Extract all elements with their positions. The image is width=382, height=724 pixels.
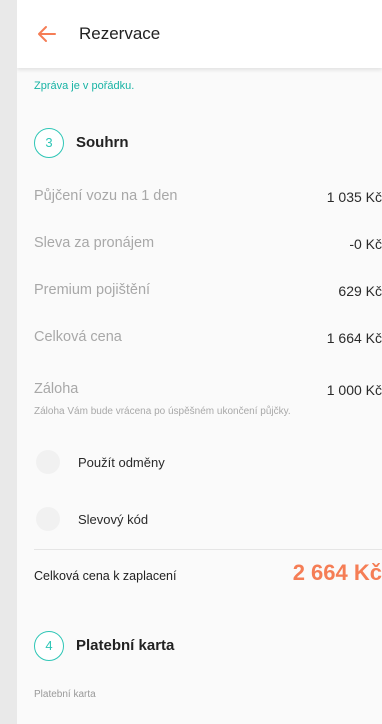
summary-row-value: -0 Kč: [349, 236, 382, 252]
page-title: Rezervace: [79, 24, 161, 43]
total-to-pay-value: 2 664 Kč: [292, 560, 382, 585]
use-rewards-radio[interactable]: [36, 450, 60, 474]
summary-row-value: 629 Kč: [338, 283, 382, 299]
arrow-left-icon[interactable]: [37, 24, 57, 44]
total-to-pay-label: Celková cena k zaplacení: [34, 569, 177, 583]
status-message: Zpráva je v pořádku.: [34, 80, 135, 92]
use-rewards-label[interactable]: Použít odměny: [78, 455, 165, 470]
divider: [34, 549, 382, 550]
summary-row-value: 1 000 Kč: [326, 382, 382, 398]
step-number-badge: 4: [34, 631, 64, 661]
discount-code-label[interactable]: Slevový kód: [78, 512, 148, 527]
summary-row-value: 1 664 Kč: [326, 330, 382, 346]
discount-code-radio[interactable]: [36, 507, 60, 531]
summary-row-value: 1 035 Kč: [326, 189, 382, 205]
deposit-note: Záloha Vám bude vrácena po úspěšném ukon…: [34, 406, 291, 417]
summary-row-label: Celková cena: [34, 329, 122, 345]
summary-row-label: Půjčení vozu na 1 den: [34, 188, 178, 204]
summary-row-label: Záloha: [34, 381, 79, 397]
step-number-badge: 3: [34, 128, 64, 158]
section-title-payment: Platební karta: [76, 637, 175, 654]
reservation-screen: Rezervace Zpráva je v pořádku. 3 Souhrn …: [17, 0, 382, 724]
app-header: Rezervace: [17, 0, 382, 68]
summary-row-label: Premium pojištění: [34, 282, 151, 298]
summary-row-label: Sleva za pronájem: [34, 235, 155, 251]
payment-card-field-label: Platební karta: [34, 689, 96, 700]
section-title-summary: Souhrn: [76, 134, 129, 151]
